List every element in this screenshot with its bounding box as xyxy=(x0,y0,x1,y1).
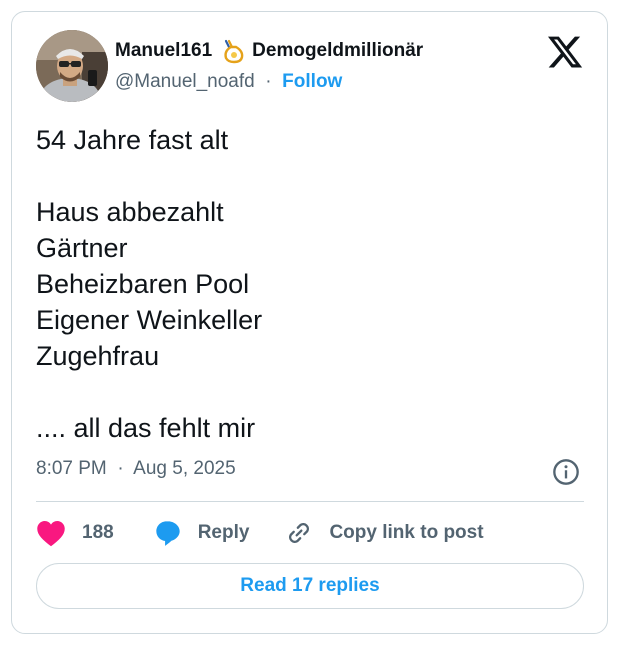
tweet-card: Manuel161 Demogeldmillionär @Manuel_noaf… xyxy=(11,11,608,634)
money-bag-icon xyxy=(224,39,244,64)
tweet-date[interactable]: Aug 5, 2025 xyxy=(133,458,235,479)
reply-icon xyxy=(156,521,180,546)
like-count: 188 xyxy=(82,522,114,543)
tweet-line: .... all das fehlt mir xyxy=(36,413,256,443)
like-button[interactable]: 188 xyxy=(36,519,114,547)
divider xyxy=(36,501,584,502)
copy-link-button[interactable]: Copy link to post xyxy=(285,519,484,547)
tweet-line: Haus abbezahlt xyxy=(36,197,224,227)
copy-link-label: Copy link to post xyxy=(329,522,484,543)
heart-icon xyxy=(37,521,65,547)
author-handle[interactable]: @Manuel_noafd xyxy=(115,71,255,92)
tweet-line: Zugehfrau xyxy=(36,341,160,371)
reply-label: Reply xyxy=(197,522,250,543)
tweet-line: 54 Jahre fast alt xyxy=(36,125,229,155)
tweet-line xyxy=(36,374,576,410)
author-affiliation[interactable]: Demogeldmillionär xyxy=(252,40,423,62)
tweet-timestamp: 8:07 PM · Aug 5, 2025 xyxy=(36,458,236,480)
avatar[interactable] xyxy=(36,30,108,102)
timestamp-separator: · xyxy=(112,458,129,479)
tweet-line: Beheizbaren Pool xyxy=(36,269,250,299)
author-name[interactable]: Manuel161 xyxy=(115,40,212,62)
tweet-line xyxy=(36,158,576,194)
tweet-text: 54 Jahre fast alt Haus abbezahlt Gärtner… xyxy=(36,122,576,446)
link-icon xyxy=(289,523,310,543)
reply-button[interactable]: Reply xyxy=(154,519,250,547)
info-icon[interactable] xyxy=(552,458,580,486)
tweet-line: Eigener Weinkeller xyxy=(36,305,263,335)
x-logo-icon[interactable] xyxy=(546,33,584,71)
tweet-time[interactable]: 8:07 PM xyxy=(36,458,107,479)
author-handle-row: @Manuel_noafd · Follow xyxy=(115,71,342,93)
read-replies-label: Read 17 replies xyxy=(240,575,380,596)
follow-button[interactable]: Follow xyxy=(282,71,342,92)
action-bar: 188 Reply Copy link to post xyxy=(36,517,484,549)
author-name-row: Manuel161 Demogeldmillionär xyxy=(115,38,423,64)
tweet-line: Gärtner xyxy=(36,233,128,263)
read-replies-button[interactable]: Read 17 replies xyxy=(36,563,584,609)
handle-separator: · xyxy=(260,71,277,92)
avatar-photo xyxy=(36,30,108,102)
